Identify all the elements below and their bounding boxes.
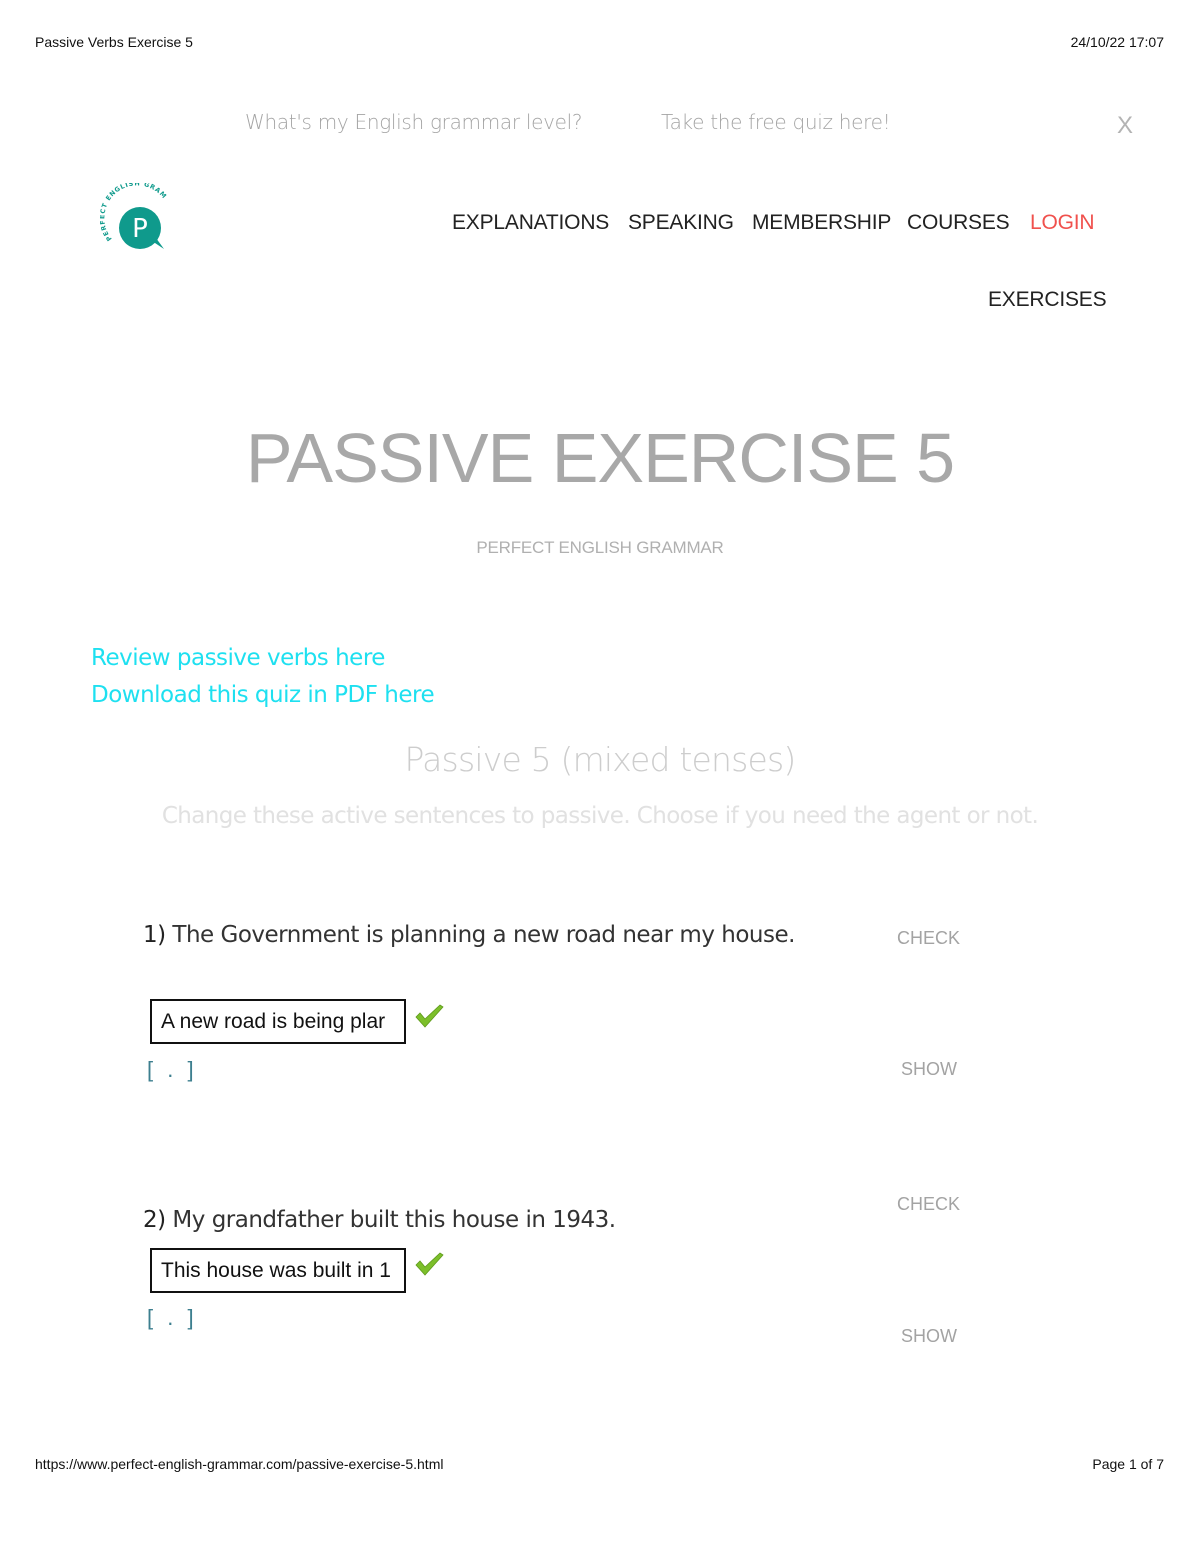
page-title: PASSIVE EXERCISE 5 [245,419,955,497]
print-header-datetime: 24/10/22 17:07 [1070,34,1164,50]
promo-question: What's my English grammar level? [245,110,583,134]
site-logo[interactable]: PERFECT ENGLISH GRAMMAR P [96,177,172,255]
hint-bracket: [ . ] [147,1305,198,1330]
print-header-title: Passive Verbs Exercise 5 [35,34,193,50]
show-button[interactable]: SHOW [901,1326,957,1347]
nav-courses[interactable]: COURSES [907,211,1010,235]
hint-bracket: [ . ] [147,1057,198,1082]
quiz-instructions: Change these active sentences to passive… [161,803,1039,829]
print-footer-url: https://www.perfect-english-grammar.com/… [35,1456,444,1472]
print-footer-page: Page 1 of 7 [1092,1456,1164,1472]
nav-membership[interactable]: MEMBERSHIP [752,211,891,235]
answer-input-1[interactable]: A new road is being plar [150,999,406,1044]
page-subtitle: PERFECT ENGLISH GRAMMAR [476,538,724,557]
nav-speaking[interactable]: SPEAKING [628,211,734,235]
check-button[interactable]: CHECK [897,928,960,949]
question-text: The Government is planning a new road ne… [172,922,795,948]
promo-quiz-link[interactable]: Take the free quiz here! [661,110,891,134]
nav-exercises[interactable]: EXERCISES [988,288,1107,312]
download-pdf-link[interactable]: Download this quiz in PDF here [91,682,435,708]
show-button[interactable]: SHOW [901,1059,957,1080]
quiz-title: Passive 5 (mixed tenses) [404,740,797,779]
nav-explanations[interactable]: EXPLANATIONS [452,211,609,235]
question-number: 1) [143,922,166,948]
logo-letter: P [132,214,148,244]
question-1: 1) The Government is planning a new road… [143,917,803,954]
answer-input-2[interactable]: This house was built in 1 [150,1248,406,1293]
review-passive-link[interactable]: Review passive verbs here [91,645,385,671]
question-text: My grandfather built this house in 1943. [172,1207,616,1233]
check-button[interactable]: CHECK [897,1194,960,1215]
question-2: 2) My grandfather built this house in 19… [143,1202,803,1239]
check-mark-icon [415,1252,444,1276]
nav-login[interactable]: LOGIN [1030,211,1095,235]
question-number: 2) [143,1207,166,1233]
check-mark-icon [415,1004,444,1028]
logo-icon: PERFECT ENGLISH GRAMMAR P [96,177,168,249]
promo-close-button[interactable]: X [1117,112,1133,140]
